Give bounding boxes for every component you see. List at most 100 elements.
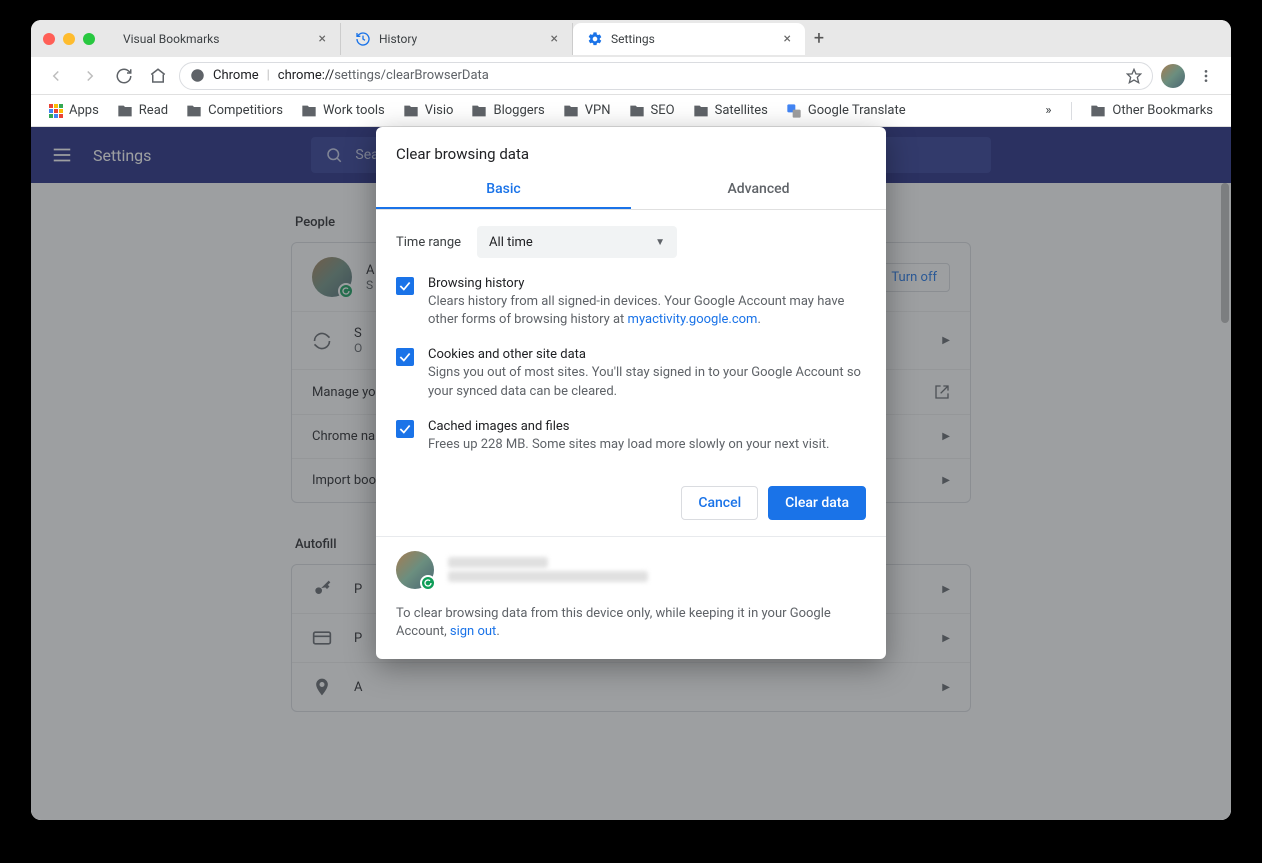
folder-icon xyxy=(117,103,133,119)
folder-icon xyxy=(301,103,317,119)
cancel-button[interactable]: Cancel xyxy=(681,486,758,520)
bookmark-label: Google Translate xyxy=(808,103,906,118)
bookmark-label: SEO xyxy=(651,103,675,118)
checkbox-cookies[interactable] xyxy=(396,348,414,366)
option-title: Cookies and other site data xyxy=(428,347,866,362)
checkbox-cached[interactable] xyxy=(396,420,414,438)
option-desc: Clears history from all signed-in device… xyxy=(428,293,866,329)
bookmark-label: Bloggers xyxy=(493,103,544,118)
time-range-label: Time range xyxy=(396,235,461,250)
browser-window: Visual Bookmarks × History × Settings × … xyxy=(31,20,1231,820)
option-desc: Signs you out of most sites. You'll stay… xyxy=(428,364,866,400)
bookmark-label: Other Bookmarks xyxy=(1112,103,1213,118)
forward-button[interactable] xyxy=(77,63,103,89)
tab-advanced[interactable]: Advanced xyxy=(631,171,886,209)
option-browsing-history: Browsing history Clears history from all… xyxy=(396,276,866,329)
apps-shortcut[interactable]: Apps xyxy=(43,99,105,122)
bookmark-star-icon[interactable] xyxy=(1126,68,1142,84)
translate-icon xyxy=(786,103,802,119)
gear-icon xyxy=(587,31,603,47)
dialog-body: Time range All time ▼ Browsing history C… xyxy=(376,210,886,480)
bookmark-folder[interactable]: Bloggers xyxy=(465,99,550,123)
bookmark-folder[interactable]: Work tools xyxy=(295,99,391,123)
omnibox-scheme: Chrome xyxy=(213,68,259,83)
folder-icon xyxy=(403,103,419,119)
redacted-email xyxy=(448,571,648,582)
clear-browsing-data-dialog: Clear browsing data Basic Advanced Time … xyxy=(376,127,886,659)
footer-user xyxy=(396,551,866,589)
user-avatar xyxy=(396,551,434,589)
bookmark-folder[interactable]: Competitiors xyxy=(180,99,289,123)
folder-icon xyxy=(1090,103,1106,119)
toolbar: Chrome | chrome://settings/clearBrowserD… xyxy=(31,57,1231,95)
tab-strip: Visual Bookmarks × History × Settings × … xyxy=(31,20,1231,57)
clear-data-button[interactable]: Clear data xyxy=(768,486,866,520)
option-cached: Cached images and files Frees up 228 MB.… xyxy=(396,419,866,454)
bookmarks-bar: Apps Read Competitiors Work tools Visio Blog… xyxy=(31,95,1231,127)
dialog-tabs: Basic Advanced xyxy=(376,171,886,210)
option-desc: Frees up 228 MB. Some sites may load mor… xyxy=(428,436,829,454)
sign-out-link[interactable]: sign out xyxy=(450,624,496,639)
tab-label: Visual Bookmarks xyxy=(123,32,307,46)
select-value: All time xyxy=(489,235,533,250)
folder-icon xyxy=(693,103,709,119)
option-title: Browsing history xyxy=(428,276,866,291)
sync-badge-icon xyxy=(420,575,436,591)
myactivity-link[interactable]: myactivity.google.com xyxy=(628,312,758,327)
folder-icon xyxy=(471,103,487,119)
footer-message: To clear browsing data from this device … xyxy=(396,605,866,641)
bookmark-folder[interactable]: Satellites xyxy=(687,99,774,123)
omnibox-path: settings/clearBrowserData xyxy=(334,68,489,83)
home-button[interactable] xyxy=(145,63,171,89)
page-content: Settings Search settings People A S Turn… xyxy=(31,127,1231,820)
redacted-name xyxy=(448,557,548,568)
tab-label: Settings xyxy=(611,32,772,46)
tab-history[interactable]: History × xyxy=(341,23,573,55)
other-bookmarks-folder[interactable]: Other Bookmarks xyxy=(1084,99,1219,123)
omnibox-host: chrome:// xyxy=(278,68,334,83)
history-icon xyxy=(355,31,371,47)
folder-icon xyxy=(629,103,645,119)
bookmark-label: Read xyxy=(139,103,168,118)
new-tab-button[interactable]: + xyxy=(805,25,833,53)
bookmark-folder[interactable]: Read xyxy=(111,99,174,123)
bookmark-folder[interactable]: VPN xyxy=(557,99,617,123)
close-tab-icon[interactable]: × xyxy=(315,29,330,49)
reload-button[interactable] xyxy=(111,63,137,89)
close-window-button[interactable] xyxy=(43,33,55,45)
bookmark-folder[interactable]: SEO xyxy=(623,99,681,123)
window-controls xyxy=(43,33,95,45)
folder-icon xyxy=(186,103,202,119)
kebab-menu-button[interactable] xyxy=(1193,63,1219,89)
tab-label: History xyxy=(379,32,539,46)
close-tab-icon[interactable]: × xyxy=(547,29,562,49)
minimize-window-button[interactable] xyxy=(63,33,75,45)
tab-visual-bookmarks[interactable]: Visual Bookmarks × xyxy=(109,23,341,55)
address-bar[interactable]: Chrome | chrome://settings/clearBrowserD… xyxy=(179,62,1153,90)
dialog-actions: Cancel Clear data xyxy=(376,480,886,536)
chrome-icon xyxy=(190,68,205,83)
bookmark-label: Satellites xyxy=(715,103,768,118)
maximize-window-button[interactable] xyxy=(83,33,95,45)
bookmark-google-translate[interactable]: Google Translate xyxy=(780,99,912,123)
folder-icon xyxy=(563,103,579,119)
chevron-down-icon: ▼ xyxy=(655,237,665,248)
profile-avatar[interactable] xyxy=(1161,64,1185,88)
back-button[interactable] xyxy=(43,63,69,89)
tab-basic[interactable]: Basic xyxy=(376,171,631,209)
dialog-footer: To clear browsing data from this device … xyxy=(376,536,886,659)
bookmark-label: Work tools xyxy=(323,103,385,118)
close-tab-icon[interactable]: × xyxy=(780,29,795,49)
checkbox-browsing-history[interactable] xyxy=(396,277,414,295)
bookmark-folder[interactable]: Visio xyxy=(397,99,460,123)
bookmark-label: Competitiors xyxy=(208,103,283,118)
time-range-select[interactable]: All time ▼ xyxy=(477,226,677,258)
option-title: Cached images and files xyxy=(428,419,829,434)
bookmark-label: Apps xyxy=(69,103,99,118)
apps-icon xyxy=(49,104,63,118)
bookmarks-overflow[interactable]: » xyxy=(1037,99,1059,122)
tab-settings[interactable]: Settings × xyxy=(573,23,805,55)
dialog-title: Clear browsing data xyxy=(376,127,886,171)
bookmark-label: VPN xyxy=(585,103,611,118)
option-cookies: Cookies and other site data Signs you ou… xyxy=(396,347,866,400)
